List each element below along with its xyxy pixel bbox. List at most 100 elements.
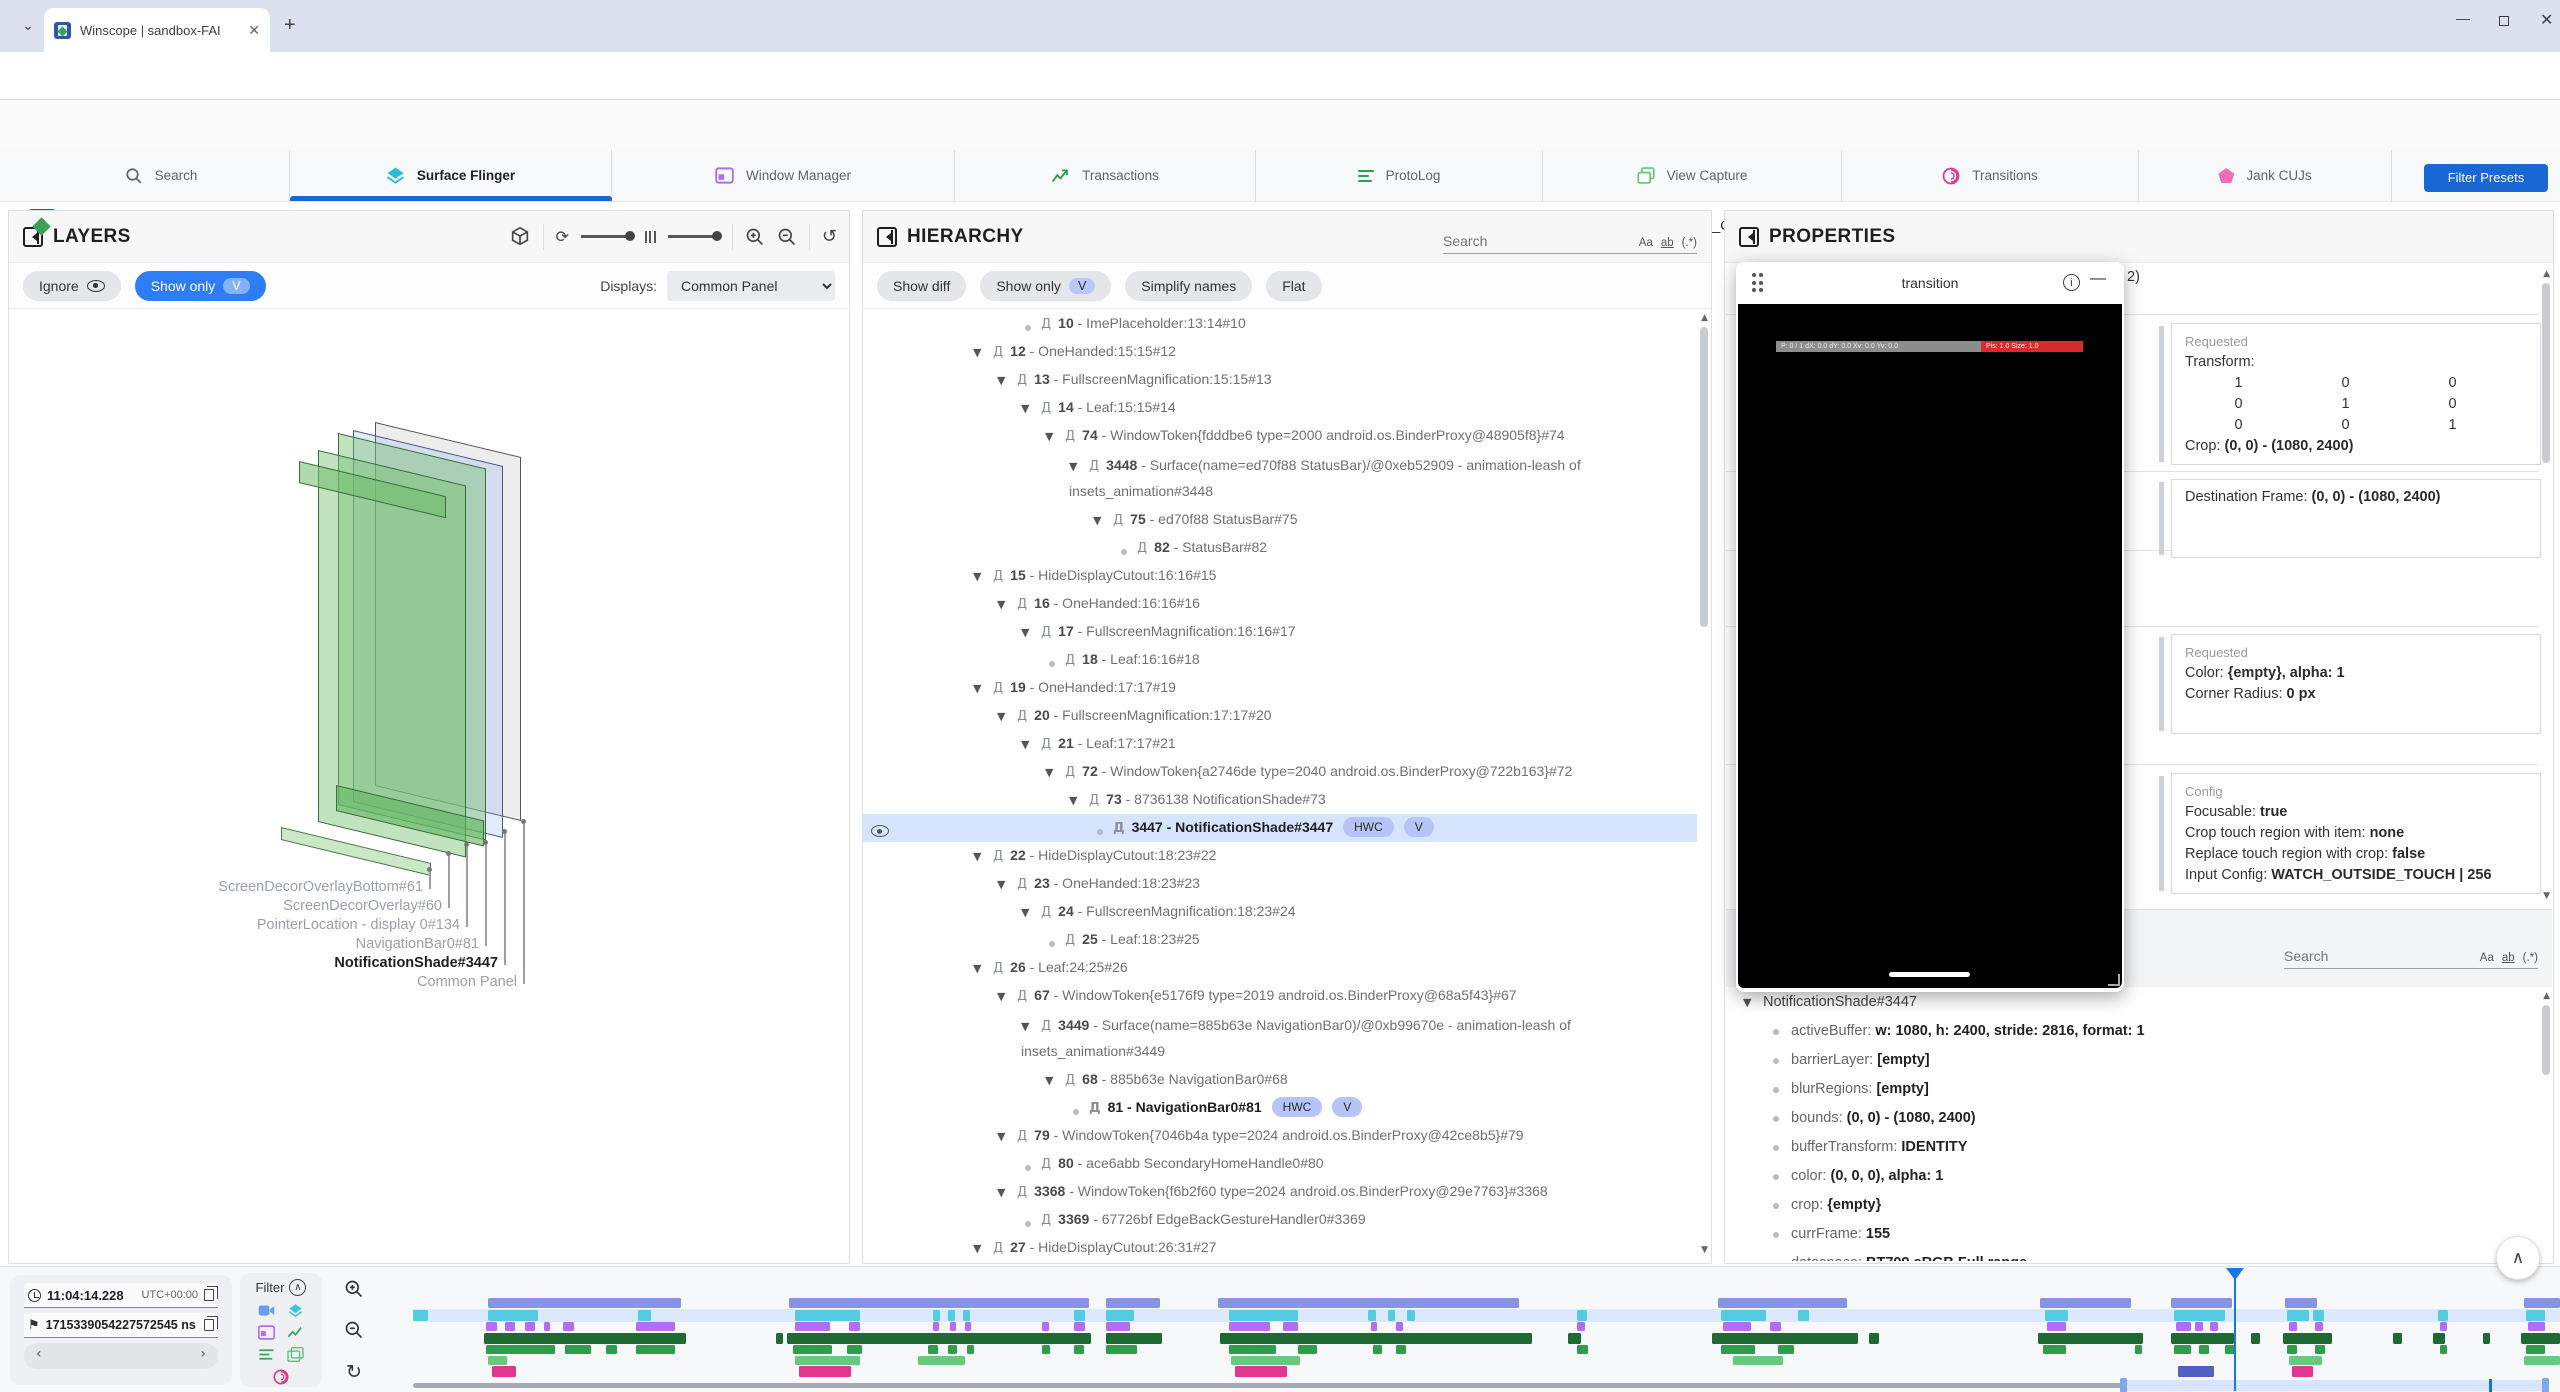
- trace-segment[interactable]: [2045, 1310, 2069, 1321]
- surface-flinger-icon[interactable]: [287, 1303, 304, 1318]
- trace-segment[interactable]: [967, 1345, 975, 1354]
- copy-icon[interactable]: [204, 1319, 214, 1331]
- resize-handle[interactable]: [2108, 974, 2120, 986]
- property-row[interactable]: bufferTransform: IDENTITY: [1725, 1133, 2539, 1162]
- trace-segment[interactable]: [2174, 1310, 2226, 1321]
- show-rect-icon[interactable]: Д: [1041, 1157, 1051, 1172]
- expand-caret-icon[interactable]: ▼: [973, 676, 993, 702]
- expand-caret-icon[interactable]: ▼: [1021, 732, 1041, 758]
- property-row[interactable]: color: (0, 0, 0), alpha: 1: [1725, 1162, 2539, 1191]
- trace-segment[interactable]: [2195, 1322, 2203, 1331]
- info-icon[interactable]: i: [2063, 274, 2080, 291]
- show-rect-icon[interactable]: Д: [993, 849, 1003, 864]
- rotation-slider[interactable]: [581, 235, 633, 238]
- expand-caret-icon[interactable]: ▼: [1021, 396, 1041, 422]
- window-manager-icon[interactable]: [258, 1325, 275, 1340]
- visibility-eye-icon[interactable]: [871, 819, 889, 842]
- timeline-reset-zoom-icon[interactable]: ↻: [346, 1361, 362, 1383]
- tree-row[interactable]: ▼Д16 - OneHanded:16:16#16: [863, 590, 1697, 618]
- show-diff-button[interactable]: Show diff: [877, 271, 966, 301]
- trace-segment[interactable]: [525, 1322, 536, 1331]
- tree-row[interactable]: ▼Д3368 - WindowToken{f6b2f60 type=2024 a…: [863, 1178, 1697, 1206]
- trace-segment[interactable]: [1106, 1333, 1162, 1344]
- trace-segment[interactable]: [963, 1310, 971, 1321]
- trace-segment[interactable]: [492, 1366, 516, 1377]
- trace-segment[interactable]: [565, 1345, 591, 1354]
- expand-caret-icon[interactable]: ▼: [1021, 620, 1041, 646]
- trace-segment[interactable]: [2313, 1310, 2324, 1321]
- tree-row[interactable]: ▼Д27 - HideDisplayCutout:26:31#27: [863, 1234, 1697, 1261]
- minimap-track[interactable]: [413, 1383, 2122, 1388]
- show-rect-icon[interactable]: Д: [1065, 933, 1075, 948]
- expand-caret-icon[interactable]: ▼: [973, 1236, 993, 1261]
- window-minimize-icon[interactable]: —: [2456, 10, 2470, 26]
- property-row[interactable]: activeBuffer: w: 1080, h: 2400, stride: …: [1725, 1017, 2539, 1046]
- trace-segment[interactable]: [636, 1345, 675, 1354]
- trace-segment[interactable]: [1371, 1322, 1377, 1331]
- tree-row[interactable]: ▼Д14 - Leaf:15:15#14: [863, 394, 1697, 422]
- trace-segment[interactable]: [2171, 1298, 2231, 1308]
- trace-segment[interactable]: [1388, 1310, 1396, 1321]
- layer-label[interactable]: Common Panel: [417, 974, 517, 990]
- scroll-down-icon[interactable]: ▼: [2543, 891, 2550, 901]
- hierarchy-search[interactable]: Aaab(.*): [1443, 233, 1697, 254]
- show-rect-icon[interactable]: Д: [1089, 1101, 1101, 1116]
- layer-label[interactable]: NavigationBar0#81: [356, 936, 479, 952]
- scroll-up-icon[interactable]: ▲: [1701, 313, 1708, 323]
- spacing-slider[interactable]: [668, 235, 720, 238]
- show-rect-icon[interactable]: Д: [1017, 989, 1027, 1004]
- expand-caret-icon[interactable]: ▼: [1045, 424, 1065, 450]
- tree-row[interactable]: ▼Д17 - FullscreenMagnification:16:16#17: [863, 618, 1697, 646]
- trace-segment[interactable]: [413, 1310, 428, 1321]
- layer-label[interactable]: PointerLocation - display 0#134: [257, 917, 460, 933]
- trace-segment[interactable]: [2440, 1322, 2448, 1331]
- show-rect-icon[interactable]: Д: [1041, 905, 1051, 920]
- show-rect-icon[interactable]: Д: [1017, 373, 1027, 388]
- trace-segment[interactable]: [1235, 1366, 1287, 1377]
- 3d-view-icon[interactable]: [509, 226, 531, 248]
- transactions-icon[interactable]: [287, 1325, 304, 1340]
- tree-row[interactable]: ▼Д68 - 885b63e NavigationBar0#68: [863, 1066, 1697, 1094]
- collapse-panel-icon[interactable]: [877, 227, 897, 247]
- tab-surface-flinger[interactable]: Surface Flinger: [290, 150, 612, 202]
- show-rect-icon[interactable]: Д: [1017, 597, 1027, 612]
- trace-segment[interactable]: [1407, 1310, 1415, 1321]
- timeline-zoom-out-icon[interactable]: [344, 1320, 364, 1340]
- properties-search[interactable]: Aaab(.*): [2284, 948, 2538, 969]
- window-close-icon[interactable]: ✕: [2540, 10, 2553, 30]
- trace-segment[interactable]: [2174, 1345, 2191, 1354]
- zoom-in-icon[interactable]: [745, 227, 765, 247]
- collapse-panel-icon[interactable]: [1739, 227, 1759, 247]
- trace-segment[interactable]: [636, 1322, 675, 1331]
- show-rect-icon[interactable]: Д: [1065, 653, 1075, 668]
- tree-row[interactable]: ▼Д3448 - Surface(name=ed70f88 StatusBar)…: [863, 450, 1697, 506]
- expand-caret-icon[interactable]: ▼: [1021, 1015, 1041, 1039]
- timeline-tracks[interactable]: [413, 1267, 2560, 1392]
- tree-row[interactable]: Д18 - Leaf:16:16#18: [863, 646, 1697, 674]
- new-tab-button[interactable]: +: [284, 14, 296, 37]
- tree-row[interactable]: ▼Д13 - FullscreenMagnification:15:15#13: [863, 366, 1697, 394]
- property-row[interactable]: crop: {empty}: [1725, 1191, 2539, 1220]
- show-only-button[interactable]: Show onlyV: [135, 271, 266, 301]
- show-rect-icon[interactable]: Д: [1041, 401, 1051, 416]
- trace-segment[interactable]: [1106, 1345, 1136, 1354]
- protolog-icon[interactable]: [258, 1347, 275, 1362]
- trace-segment[interactable]: [2043, 1345, 2067, 1354]
- expand-caret-icon[interactable]: ▼: [1093, 508, 1113, 534]
- tree-row[interactable]: ▼Д73 - 8736138 NotificationShade#73: [863, 786, 1697, 814]
- tree-row[interactable]: ▼Д72 - WindowToken{a2746de type=2040 and…: [863, 758, 1697, 786]
- trace-segment[interactable]: [1106, 1322, 1130, 1331]
- expand-caret-icon[interactable]: ▼: [1069, 788, 1089, 814]
- expand-caret-icon[interactable]: ▼: [1045, 760, 1065, 786]
- trace-segment[interactable]: [1042, 1345, 1050, 1354]
- trace-segment[interactable]: [2440, 1345, 2448, 1354]
- tab-window-manager[interactable]: Window Manager: [612, 150, 955, 202]
- tree-row[interactable]: Д10 - ImePlaceholder:13:14#10: [863, 310, 1697, 338]
- trace-segment[interactable]: [1798, 1310, 1809, 1321]
- trace-segment[interactable]: [1220, 1333, 1531, 1344]
- ns-time-field[interactable]: ⚑ 1715339054227572545 ns: [24, 1313, 218, 1338]
- show-rect-icon[interactable]: Д: [1041, 1213, 1051, 1228]
- tree-row[interactable]: ▼Д75 - ed70f88 StatusBar#75: [863, 506, 1697, 534]
- show-rect-icon[interactable]: Д: [993, 569, 1003, 584]
- tree-row[interactable]: Д3447 - NotificationShade#3447HWCV: [863, 814, 1697, 842]
